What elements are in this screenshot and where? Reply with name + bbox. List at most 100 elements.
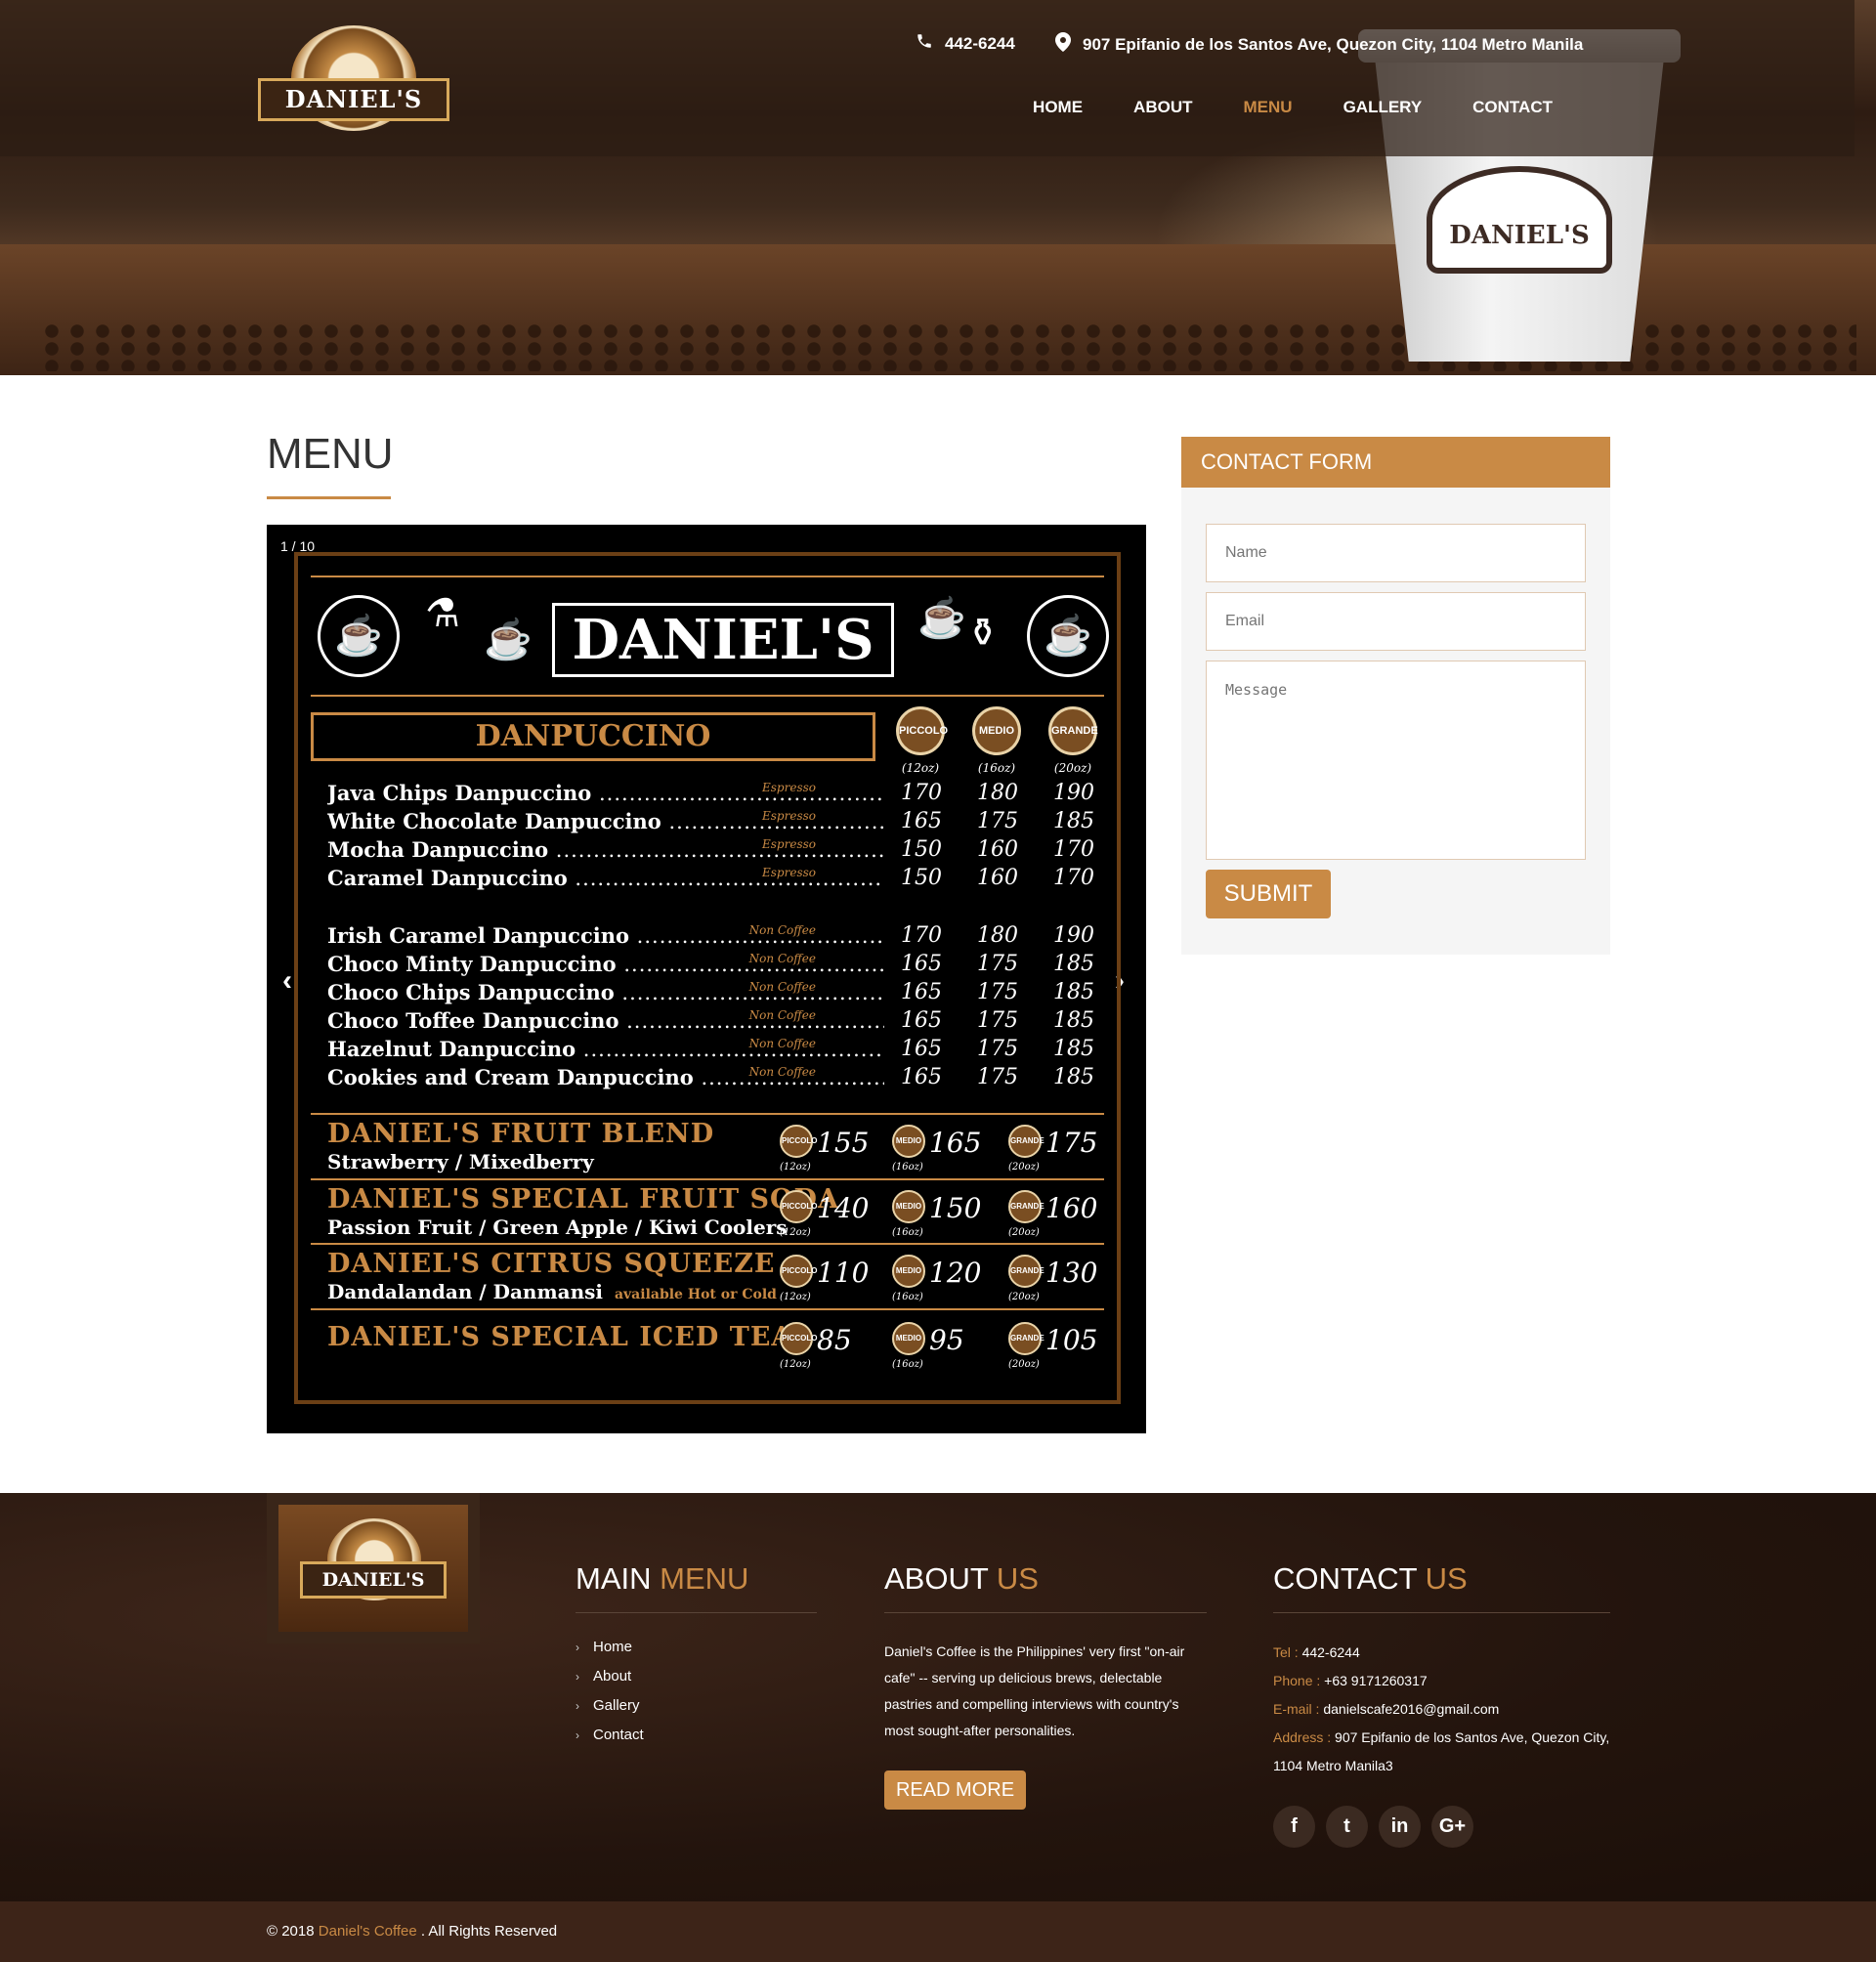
special-sub: Passion Fruit / Green Apple / Kiwi Coole… [327,1216,788,1239]
footer-logo-image: DANIEL'S [278,1505,468,1632]
item-price: 175 [977,1065,1018,1089]
cup-logo: DANIEL'S [1427,166,1612,274]
size-oz: (20oz) [1008,1162,1040,1173]
special-item: DANIEL'S SPECIAL FRUIT SODA Passion Frui… [311,1184,1112,1247]
board-rule [311,695,1104,697]
item-price: 175 [977,952,1018,976]
footer-about: ABOUT US Daniel's Coffee is the Philippi… [884,1561,1207,1810]
size-oz: (16oz) [892,1359,923,1370]
footer-contact-title: CONTACT US [1273,1561,1468,1596]
item-price: 150 [901,837,942,862]
size-badge-medio: MEDIO [892,1190,925,1223]
footer-link-home[interactable]: › Home [576,1639,817,1655]
footer-divider [1273,1612,1610,1613]
special-price: 120 [929,1257,982,1289]
item-price: 190 [1053,781,1094,805]
google-plus-icon[interactable]: G+ [1431,1806,1473,1848]
header-phone-text: 442-6244 [945,33,1015,53]
footer-address: Address : 907 Epifanio de los Santos Ave… [1273,1729,1610,1773]
submit-button[interactable]: SUBMIT [1206,870,1331,918]
size-oz: (16oz) [977,761,1016,775]
read-more-button[interactable]: READ MORE [884,1770,1026,1810]
board-rule [311,1113,1104,1115]
name-field[interactable] [1206,524,1586,582]
footer: DANIEL'S MAIN MENU › Home › About › Gallery… [0,1493,1876,1901]
email-field[interactable] [1206,592,1586,651]
item-price: 185 [1053,1065,1094,1089]
chevron-right-icon: › [576,1699,579,1713]
size-badge-piccolo: PICCOLO [780,1322,817,1355]
special-price: 130 [1045,1257,1098,1289]
footer-links: › Home › About › Gallery › Contact [576,1639,817,1743]
header-bar: DANIEL'S 442-6244 907 Epifanio de los Sa… [0,0,1855,156]
board-rule [311,1308,1104,1310]
item-tag: Espresso [762,781,816,794]
logo-text: DANIEL'S [258,78,449,121]
footer-email[interactable]: E-mail : danielscafe2016@gmail.com [1273,1695,1610,1724]
size-oz: (12oz) [901,761,940,775]
footer-logo-text: DANIEL'S [300,1561,447,1599]
item-price: 170 [1053,866,1094,890]
phone-icon [916,32,933,55]
size-oz: (12oz) [780,1292,811,1302]
item-tag: Non Coffee [748,923,816,937]
linkedin-icon[interactable]: in [1379,1806,1421,1848]
iced-drink-icon: ⚱ [966,612,1000,655]
item-price: 185 [1053,952,1094,976]
footer-about-text: Daniel's Coffee is the Philippines' very… [884,1643,1185,1738]
copyright-brand-link[interactable]: Daniel's Coffee [319,1923,417,1940]
item-price: 175 [977,809,1018,833]
footer-link-about[interactable]: › About [576,1668,817,1685]
size-badge-medio: MEDIO [972,706,1021,755]
copyright-bar: © 2018 Daniel's Coffee . All Rights Rese… [0,1901,1876,1962]
size-oz: (16oz) [892,1292,923,1302]
map-pin-icon [1055,32,1071,57]
special-price: 85 [817,1324,852,1356]
board-rule [311,1178,1104,1180]
footer-logo[interactable]: DANIEL'S [267,1493,480,1643]
special-sub: Dandalandan / Danmansi available Hot or C… [327,1280,777,1303]
header-address: 907 Epifanio de los Santos Ave, Quezon C… [1055,32,1583,57]
nav-menu[interactable]: MENU [1244,98,1293,117]
chevron-left-icon[interactable]: ‹ [282,964,292,998]
footer-divider [884,1612,1207,1613]
nav-contact[interactable]: CONTACT [1472,98,1553,117]
size-badge-piccolo: PICCOLO [780,1125,817,1158]
footer-contact-info: Tel : 442-6244 Phone : +63 9171260317 E-… [1273,1639,1610,1780]
special-price: 105 [1045,1324,1098,1356]
special-item: DANIEL'S SPECIAL ICED TEA PICCOLO 85 (12… [311,1322,1112,1385]
contact-form-title: CONTACT FORM [1181,437,1610,488]
nav-home[interactable]: HOME [1033,98,1083,117]
size-badge-piccolo: PICCOLO [896,706,948,755]
copyright-year: © 2018 [267,1923,315,1940]
item-price: 185 [1053,1037,1094,1061]
nav-gallery[interactable]: GALLERY [1343,98,1423,117]
chevron-right-icon: › [576,1728,579,1742]
size-badge-piccolo: PICCOLO [780,1190,817,1223]
special-price: 160 [1045,1192,1098,1224]
footer-about-title: ABOUT US [884,1561,1039,1596]
size-oz: (20oz) [1053,761,1092,775]
nav-about[interactable]: ABOUT [1133,98,1192,117]
footer-link-contact[interactable]: › Contact [576,1727,817,1743]
footer-contact: CONTACT US Tel : 442-6244 Phone : +63 91… [1273,1561,1610,1848]
item-price: 150 [901,866,942,890]
facebook-icon[interactable]: f [1273,1806,1315,1848]
menu-slider[interactable]: 1 / 10 ‹ › ☕ ⚗ ☕ DANIEL'S ☕ ⚱ ☕ DANPUCCI… [267,525,1146,1433]
special-price: 95 [929,1324,964,1356]
item-price: 170 [1053,837,1094,862]
twitter-icon[interactable]: t [1326,1806,1368,1848]
special-price: 110 [817,1257,870,1289]
item-price: 180 [977,923,1018,948]
menu-board-image: ☕ ⚗ ☕ DANIEL'S ☕ ⚱ ☕ DANPUCCINO PICCOLO … [294,552,1121,1404]
item-tag: Espresso [762,837,816,851]
site-logo[interactable]: DANIEL'S [256,25,451,131]
size-oz: (12oz) [780,1162,811,1173]
message-field[interactable] [1206,661,1586,860]
item-tag: Non Coffee [748,980,816,994]
takeaway-cup-icon: ☕ [917,597,966,640]
item-tag: Non Coffee [748,1065,816,1079]
footer-link-gallery[interactable]: › Gallery [576,1697,817,1714]
item-price: 175 [977,1008,1018,1033]
item-tag: Non Coffee [748,952,816,965]
